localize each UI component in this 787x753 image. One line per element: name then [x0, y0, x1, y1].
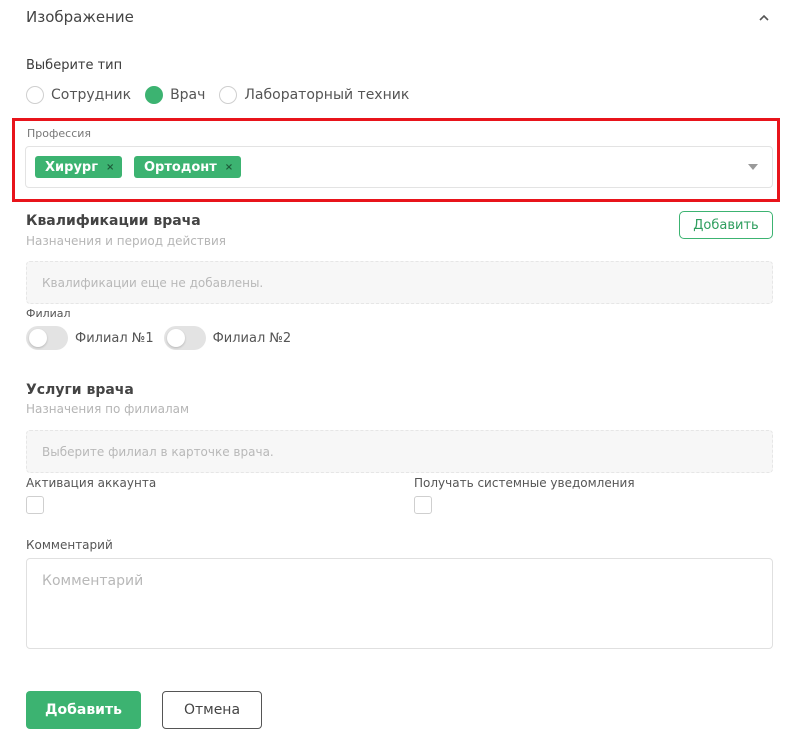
comment-textarea[interactable]: Комментарий [26, 558, 773, 649]
toggle-knob [166, 329, 185, 347]
type-radio-group: Сотрудник Врач Лабораторный техник [26, 85, 423, 105]
radio-employee[interactable]: Сотрудник [26, 86, 131, 104]
qualifications-empty: Квалификации еще не добавлены. [26, 261, 773, 304]
chevron-up-icon[interactable] [756, 10, 772, 26]
radio-label: Сотрудник [51, 87, 132, 103]
type-select-label: Выберите тип [26, 58, 123, 73]
chip-label: Хирург [45, 159, 99, 175]
radio-circle[interactable] [219, 86, 238, 104]
profession-chip-orthodontist: Ортодонт × [134, 156, 242, 178]
notifications-checkbox[interactable] [414, 496, 432, 514]
branch-2-toggle[interactable] [163, 326, 206, 350]
branch-1-toggle[interactable] [26, 326, 68, 350]
radio-circle-checked[interactable] [145, 86, 164, 104]
services-title: Услуги врача [26, 382, 134, 398]
profession-multiselect[interactable]: Хирург × Ортодонт × [25, 146, 773, 188]
activation-checkbox[interactable] [26, 496, 44, 514]
remove-chip-icon[interactable]: × [106, 162, 114, 173]
branch-label: Филиал [26, 307, 71, 320]
qualifications-subtitle: Назначения и период действия [26, 234, 226, 248]
submit-button[interactable]: Добавить [26, 691, 141, 729]
comment-label: Комментарий [26, 538, 113, 552]
services-empty: Выберите филиал в карточке врача. [26, 430, 773, 473]
radio-label: Лабораторный техник [244, 87, 410, 103]
branch-1-label: Филиал №1 [75, 330, 154, 346]
toggle-knob [29, 329, 47, 347]
remove-chip-icon[interactable]: × [225, 162, 233, 173]
chip-label: Ортодонт [144, 159, 217, 175]
section-title: Изображение [26, 8, 134, 26]
branch-2-label: Филиал №2 [212, 330, 292, 346]
branch-toggles: Филиал №1 Филиал №2 [26, 326, 301, 350]
doctor-form: Изображение Выберите тип Сотрудник Врач … [0, 0, 787, 753]
profession-chip-surgeon: Хирург × [35, 156, 123, 178]
section-header: Изображение [26, 8, 772, 30]
cancel-button[interactable]: Отмена [162, 691, 262, 729]
radio-doctor[interactable]: Врач [145, 86, 205, 104]
profession-label: Профессия [27, 127, 92, 140]
notifications-label: Получать системные уведомления [414, 476, 635, 490]
add-qualification-button[interactable]: Добавить [679, 211, 773, 239]
services-subtitle: Назначения по филиалам [26, 402, 190, 416]
radio-lab-technician[interactable]: Лабораторный техник [219, 86, 409, 104]
caret-down-icon[interactable] [748, 164, 758, 170]
activation-label: Активация аккаунта [26, 476, 157, 490]
radio-label: Врач [170, 87, 206, 103]
qualifications-title: Квалификации врача [26, 213, 201, 229]
radio-circle[interactable] [26, 86, 44, 104]
